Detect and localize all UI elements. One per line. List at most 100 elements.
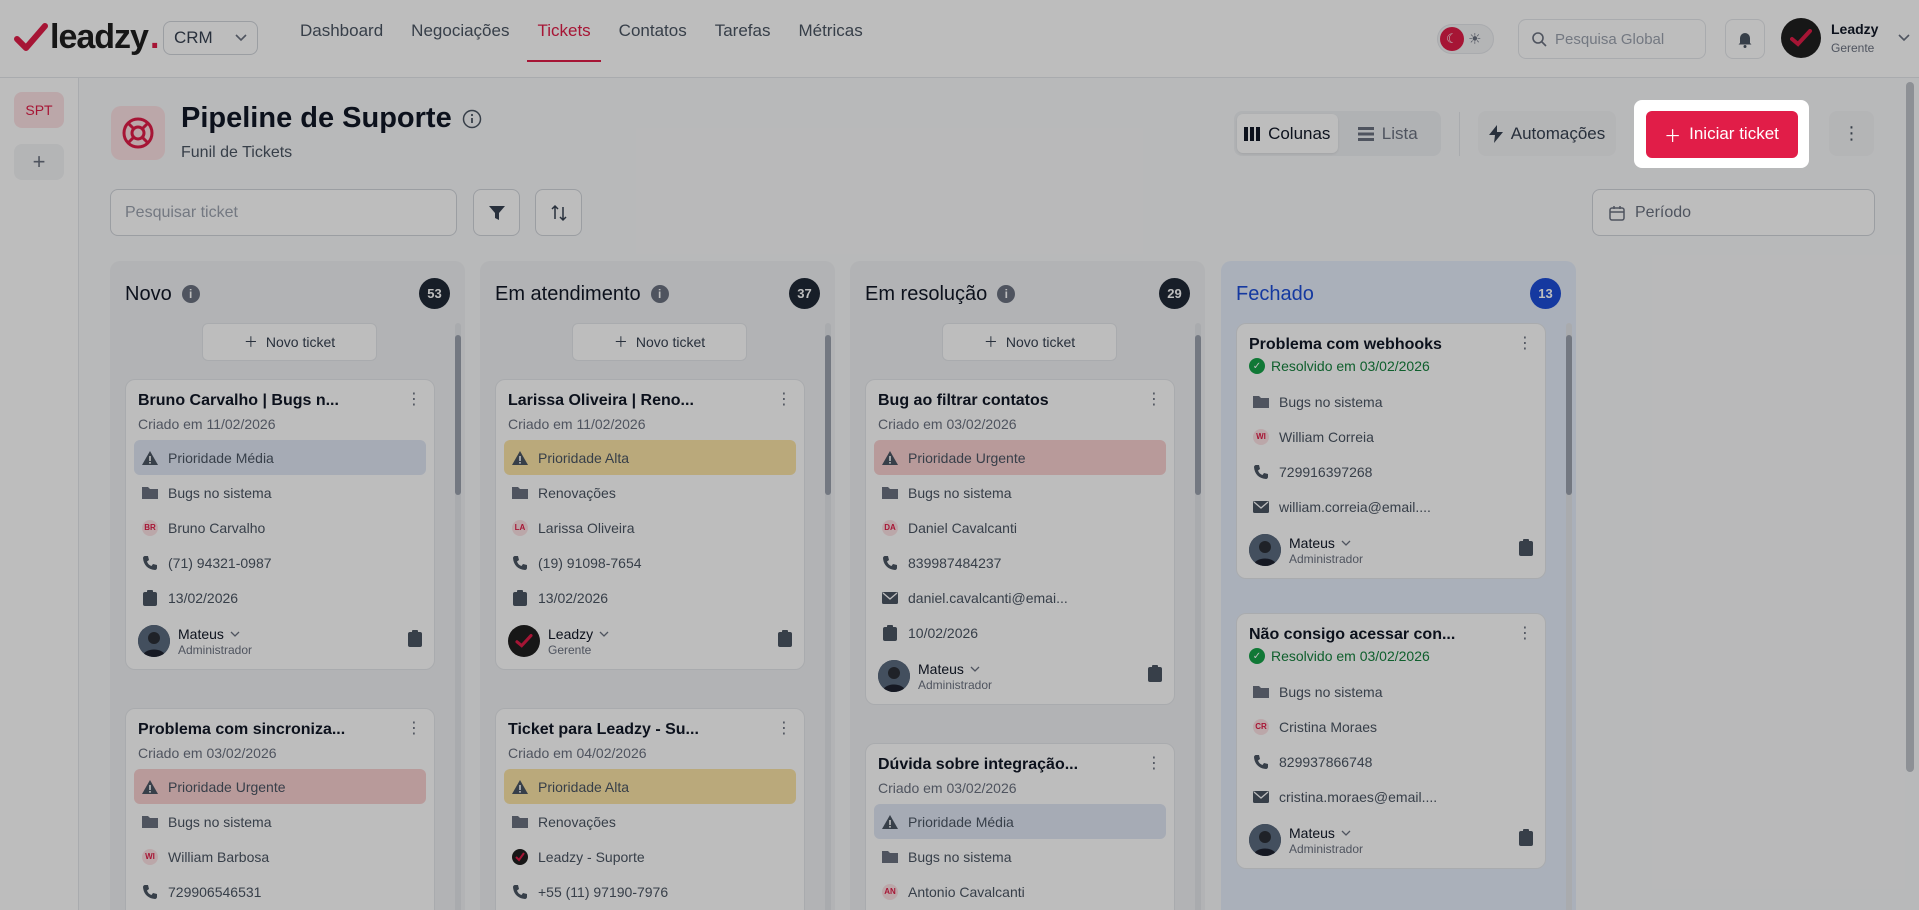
kebab-menu-icon[interactable]: ⋮ [1146, 392, 1162, 408]
chevron-down-icon [235, 34, 247, 42]
add-pipeline-button[interactable]: + [14, 144, 64, 180]
ticket-card[interactable]: Larissa Oliveira | Reno... ⋮ Criado em 11… [495, 379, 805, 670]
kebab-menu-icon[interactable]: ⋮ [1146, 756, 1162, 772]
global-search-input[interactable]: Pesquisa Global [1518, 19, 1706, 59]
search-icon [1532, 32, 1547, 47]
start-ticket-spotlight: ＋ Iniciar ticket [1634, 100, 1809, 168]
new-ticket-button[interactable]: ＋ Novo ticket [202, 323, 377, 361]
nav-contatos[interactable]: Contatos [605, 0, 701, 62]
ticket-card[interactable]: Problema com webhooks ⋮ ✓ Resolvido em 03/… [1236, 323, 1546, 579]
info-icon[interactable]: i [650, 285, 669, 303]
columns-icon [1244, 126, 1261, 141]
column-scrollbar[interactable] [1195, 323, 1201, 910]
folder-icon [142, 814, 158, 830]
plus-icon: ＋ [1664, 126, 1682, 146]
nav-negociacoes[interactable]: Negociações [397, 0, 523, 62]
phone-number: +55 (11) 97190-7976 [538, 883, 669, 900]
check-logo-icon [512, 848, 528, 865]
column-scrollbar[interactable] [455, 323, 461, 910]
new-ticket-button[interactable]: ＋ Novo ticket [572, 323, 747, 361]
assignee-selector[interactable]: Leadzy Gerente [508, 625, 609, 657]
nav-metricas[interactable]: Métricas [784, 0, 876, 62]
phone-row: 729906546531 [134, 874, 426, 909]
ticket-title: Larissa Oliveira | Reno... [508, 392, 694, 409]
category-label: Bugs no sistema [1279, 683, 1383, 700]
ticket-search-input[interactable]: Pesquisar ticket [110, 189, 457, 236]
assignee-role: Administrador [918, 677, 993, 692]
nav-tarefas[interactable]: Tarefas [701, 0, 785, 62]
ticket-card[interactable]: Bruno Carvalho | Bugs n... ⋮ Criado em 11… [125, 379, 435, 670]
assignee-selector[interactable]: Mateus Administrador [1249, 824, 1363, 856]
ticket-card[interactable]: Bug ao filtrar contatos ⋮ Criado em 03/02… [865, 379, 1175, 705]
pipeline-rail: SPT + [0, 78, 79, 910]
info-icon[interactable]: i [997, 285, 1016, 303]
ticket-card[interactable]: Não consigo acessar con... ⋮ ✓ Resolvido e… [1236, 613, 1546, 869]
category-row: Bugs no sistema [1245, 384, 1537, 419]
contact-initials: WI [1253, 428, 1269, 445]
contact-name: Daniel Cavalcanti [908, 519, 1017, 536]
period-filter-button[interactable]: Período [1592, 189, 1875, 236]
chevron-down-icon [1898, 34, 1911, 42]
leadzy-logo[interactable]: leadzy. [14, 18, 159, 57]
lightning-icon [1488, 124, 1503, 143]
priority-row: Prioridade Média [134, 440, 426, 475]
user-menu[interactable]: Leadzy Gerente [1781, 18, 1911, 58]
clipboard-icon[interactable] [778, 630, 792, 652]
clipboard-icon[interactable] [1148, 665, 1162, 687]
more-options-button[interactable]: ⋮ [1829, 111, 1874, 156]
chevron-down-icon [970, 666, 980, 672]
phone-number: 829937866748 [1279, 753, 1373, 770]
ticket-card[interactable]: Dúvida sobre integração... ⋮ Criado em 03… [865, 743, 1175, 910]
notifications-button[interactable] [1725, 19, 1765, 59]
view-columns-button[interactable]: Colunas [1237, 114, 1338, 153]
due-date-row: 10/02/2026 [874, 615, 1166, 650]
view-list-button[interactable]: Lista [1338, 114, 1439, 153]
kebab-menu-icon[interactable]: ⋮ [1517, 336, 1533, 352]
category-row: Bugs no sistema [1245, 674, 1537, 709]
assignee-selector[interactable]: Mateus Administrador [878, 660, 992, 692]
check-logo-icon [1790, 29, 1812, 47]
sort-button[interactable] [535, 189, 582, 236]
kebab-menu-icon[interactable]: ⋮ [1517, 626, 1533, 642]
nav-tickets[interactable]: Tickets [523, 0, 604, 62]
automations-button[interactable]: Automações [1478, 111, 1616, 156]
new-ticket-label: Novo ticket [635, 334, 706, 350]
info-icon[interactable] [462, 109, 482, 129]
nav-dashboard[interactable]: Dashboard [286, 0, 397, 62]
email-row: cristina.moraes@email.... [1245, 779, 1537, 814]
column-scrollbar[interactable] [825, 323, 831, 910]
module-select-value: CRM [174, 28, 213, 47]
phone-number: 729906546531 [168, 883, 262, 900]
column-scrollbar[interactable] [1566, 323, 1572, 910]
pipeline-tag-spt[interactable]: SPT [14, 92, 64, 128]
kebab-menu-icon[interactable]: ⋮ [406, 392, 422, 408]
clipboard-icon[interactable] [1519, 829, 1533, 851]
global-search-placeholder: Pesquisa Global [1555, 30, 1665, 48]
phone-icon [882, 555, 898, 571]
page-scrollbar[interactable] [1906, 82, 1914, 772]
phone-row: (71) 94321-0987 [134, 545, 426, 580]
start-ticket-button[interactable]: ＋ Iniciar ticket [1645, 110, 1798, 158]
theme-toggle[interactable]: ☾ ☀ [1437, 24, 1494, 54]
moon-icon: ☾ [1440, 27, 1464, 51]
ticket-card[interactable]: Problema com sincroniza... ⋮ Criado em 03… [125, 708, 435, 910]
clipboard-icon[interactable] [1519, 539, 1533, 561]
module-select[interactable]: CRM [163, 21, 258, 55]
email-row: william.correia@email.... [1245, 489, 1537, 524]
kebab-menu-icon[interactable]: ⋮ [776, 392, 792, 408]
assignee-selector[interactable]: Mateus Administrador [138, 625, 252, 657]
filter-button[interactable] [473, 189, 520, 236]
info-icon[interactable]: i [181, 285, 200, 303]
assignee-name: Mateus [918, 660, 964, 677]
assignee-selector[interactable]: Mateus Administrador [1249, 534, 1363, 566]
assignee-name-row: Mateus [1289, 825, 1363, 841]
ticket-card[interactable]: Ticket para Leadzy - Su... ⋮ Criado em 04… [495, 708, 805, 910]
kebab-menu-icon[interactable]: ⋮ [776, 721, 792, 737]
folder-icon [512, 485, 528, 501]
assignee-name: Mateus [178, 625, 224, 642]
new-ticket-button[interactable]: ＋ Novo ticket [942, 323, 1117, 361]
category-label: Bugs no sistema [168, 484, 272, 501]
kebab-menu-icon[interactable]: ⋮ [406, 721, 422, 737]
clipboard-icon[interactable] [408, 630, 422, 652]
ticket-title: Problema com webhooks [1249, 336, 1442, 353]
